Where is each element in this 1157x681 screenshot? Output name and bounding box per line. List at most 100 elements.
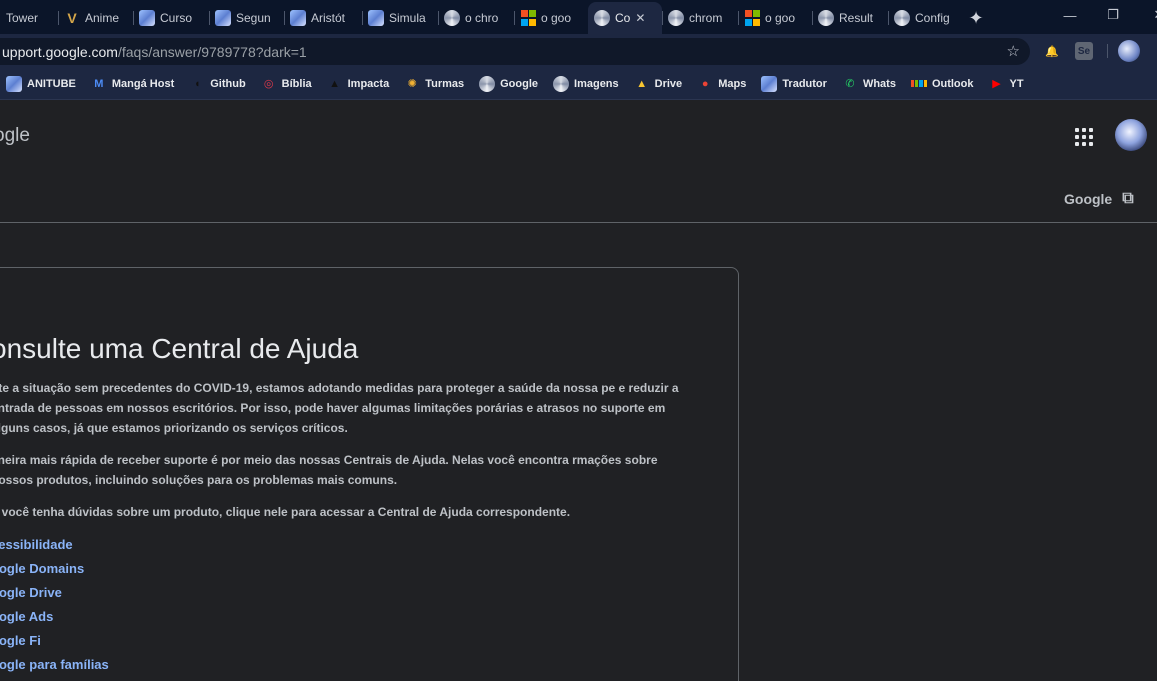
url-path: /faqs/answer/9789778?dark=1 [117,43,307,60]
se-extension-icon[interactable]: Se [1075,42,1093,60]
star-app-icon [368,10,384,26]
bookmark-label: Whats [862,77,896,90]
covid-paragraph: nte a situação sem precedentes do COVID-… [0,381,679,435]
profile-avatar-icon[interactable] [1118,40,1140,62]
m-logo-icon: M [94,77,104,90]
bookmark-label: YT [1009,77,1024,90]
star-app-icon [290,10,306,26]
drive-icon: ▲ [636,77,648,90]
account-avatar[interactable] [1115,119,1147,151]
maps-icon: ● [701,77,709,90]
bookmark-13[interactable]: ▶ YT [983,76,1033,92]
help-center-link-5[interactable]: oogle para famílias [0,653,109,677]
tab-label: o goo [765,11,796,25]
whatsapp-icon: ✆ [845,78,855,90]
tab-1[interactable]: V Anime [58,2,133,34]
bookmark-5[interactable]: ✺ Turmas [398,76,473,92]
bookmark-11[interactable]: ✆ Whats [836,76,905,92]
help-center-link-1[interactable]: oogle Domains [0,557,109,581]
bookmark-8[interactable]: ▲ Drive [628,76,692,92]
tab-10[interactable]: o goo [738,2,812,34]
chrome-icon [894,10,910,26]
bookmark-7[interactable]: Imagens [547,75,628,92]
header-divider [0,222,1157,223]
turmas-icon: ✺ [407,78,417,90]
tab-label: Simula [389,11,426,25]
help-center-card: onsulte uma Central de Ajuda nte a situa… [0,267,739,681]
tab-7[interactable]: o goo [514,2,588,34]
tab-list: Tower V Anime Curso Segun Aristót Simula o chro… [0,2,962,34]
bible-icon: ◎ [263,78,274,90]
bookmark-label: Maps [718,77,747,90]
microsoft-icon [910,76,927,92]
tab-label: Config [915,11,950,25]
bookmark-9[interactable]: ● Maps [691,76,755,92]
tab-2[interactable]: Curso [133,2,209,34]
tab-label: Tower [6,11,39,25]
help-center-link-3[interactable]: oogle Ads [0,605,109,629]
bookmark-3[interactable]: ◎ Bíblia [255,76,321,92]
bookmark-label: Mangá Host [111,77,175,90]
bookmark-4[interactable]: ▲ Impacta [321,76,399,92]
tab-11[interactable]: Result [812,2,888,34]
bookmark-1[interactable]: M Mangá Host [85,76,183,92]
bookmark-label: Tradutor [782,77,827,90]
help-center-link-0[interactable]: cessibilidade [0,533,109,557]
chrome-icon [553,75,570,92]
address-bar[interactable]: upport.google.com/faqs/answer/9789778?da… [0,38,1030,65]
tab-12[interactable]: Config [888,2,962,34]
help-center-links: cessibilidadeoogle Domainsoogle Driveoog… [0,533,109,677]
tab-3[interactable]: Segun [209,2,284,34]
close-window-button[interactable]: ✕ [1136,0,1157,30]
bookmark-10[interactable]: Tradutor [755,75,836,92]
help-center-link-2[interactable]: oogle Drive [0,581,109,605]
tab-strip: Tower V Anime Curso Segun Aristót Simula o chro… [0,0,1157,34]
microsoft-icon [520,10,536,26]
tab-label: o chro [465,11,499,25]
tab-label: Result [839,11,874,25]
chrome-icon [594,10,610,26]
tab-8[interactable]: Co ✕ [588,2,662,34]
card-title: onsulte uma Central de Ajuda [0,333,359,364]
bookmarks-bar: ANITUBE M Mangá Host ◖ Github ◎ Bíblia ▲ Impacta… [0,68,1157,100]
tab-label: Segun [236,11,271,25]
bookmark-label: Drive [654,77,683,90]
tab-6[interactable]: o chro [438,2,514,34]
new-tab-button[interactable]: ✦ [962,2,990,34]
star-app-icon [215,10,231,26]
tab-close-icon[interactable]: ✕ [635,11,645,25]
apps-grid-icon[interactable] [1075,128,1093,146]
bookmark-label: Github [210,77,246,90]
restore-button[interactable]: ❐ [1090,0,1136,30]
star-app-icon [139,10,155,26]
bookmark-6[interactable]: Google [473,75,547,92]
google-link-label: Google [1064,191,1113,207]
google-logo[interactable]: ogle [0,125,30,147]
minimize-button[interactable]: — [1047,0,1093,30]
bookmark-2[interactable]: ◖ Github [183,76,254,92]
chrome-icon [818,10,834,26]
support-paragraph: aneira mais rápida de receber suporte é … [0,453,658,487]
tab-4[interactable]: Aristót [284,2,362,34]
chrome-icon [479,75,496,92]
google-external-link[interactable]: Google ⧉ [1064,190,1134,208]
bookmark-label: Bíblia [281,77,312,90]
bell-extension-icon[interactable]: 🔔 [1043,42,1061,60]
star-app-icon [761,75,778,92]
address-toolbar: upport.google.com/faqs/answer/9789778?da… [0,34,1157,68]
tab-9[interactable]: chrom [662,2,738,34]
toolbar-separator [1107,44,1108,58]
bookmark-12[interactable]: Outlook [905,76,983,92]
tab-label: chrom [689,11,723,25]
chrome-icon [668,10,684,26]
browser-window: Tower V Anime Curso Segun Aristót Simula o chro… [0,0,1157,681]
tab-label: Aristót [311,11,346,25]
bookmark-0[interactable]: ANITUBE [0,75,85,92]
bookmark-label: Turmas [425,77,465,90]
tab-0[interactable]: Tower [0,2,58,34]
chrome-icon [444,10,460,26]
help-center-link-4[interactable]: oogle Fi [0,629,109,653]
tab-5[interactable]: Simula [362,2,438,34]
tab-label: Curso [160,11,193,25]
bookmark-star-icon[interactable]: ☆ [1007,42,1020,60]
